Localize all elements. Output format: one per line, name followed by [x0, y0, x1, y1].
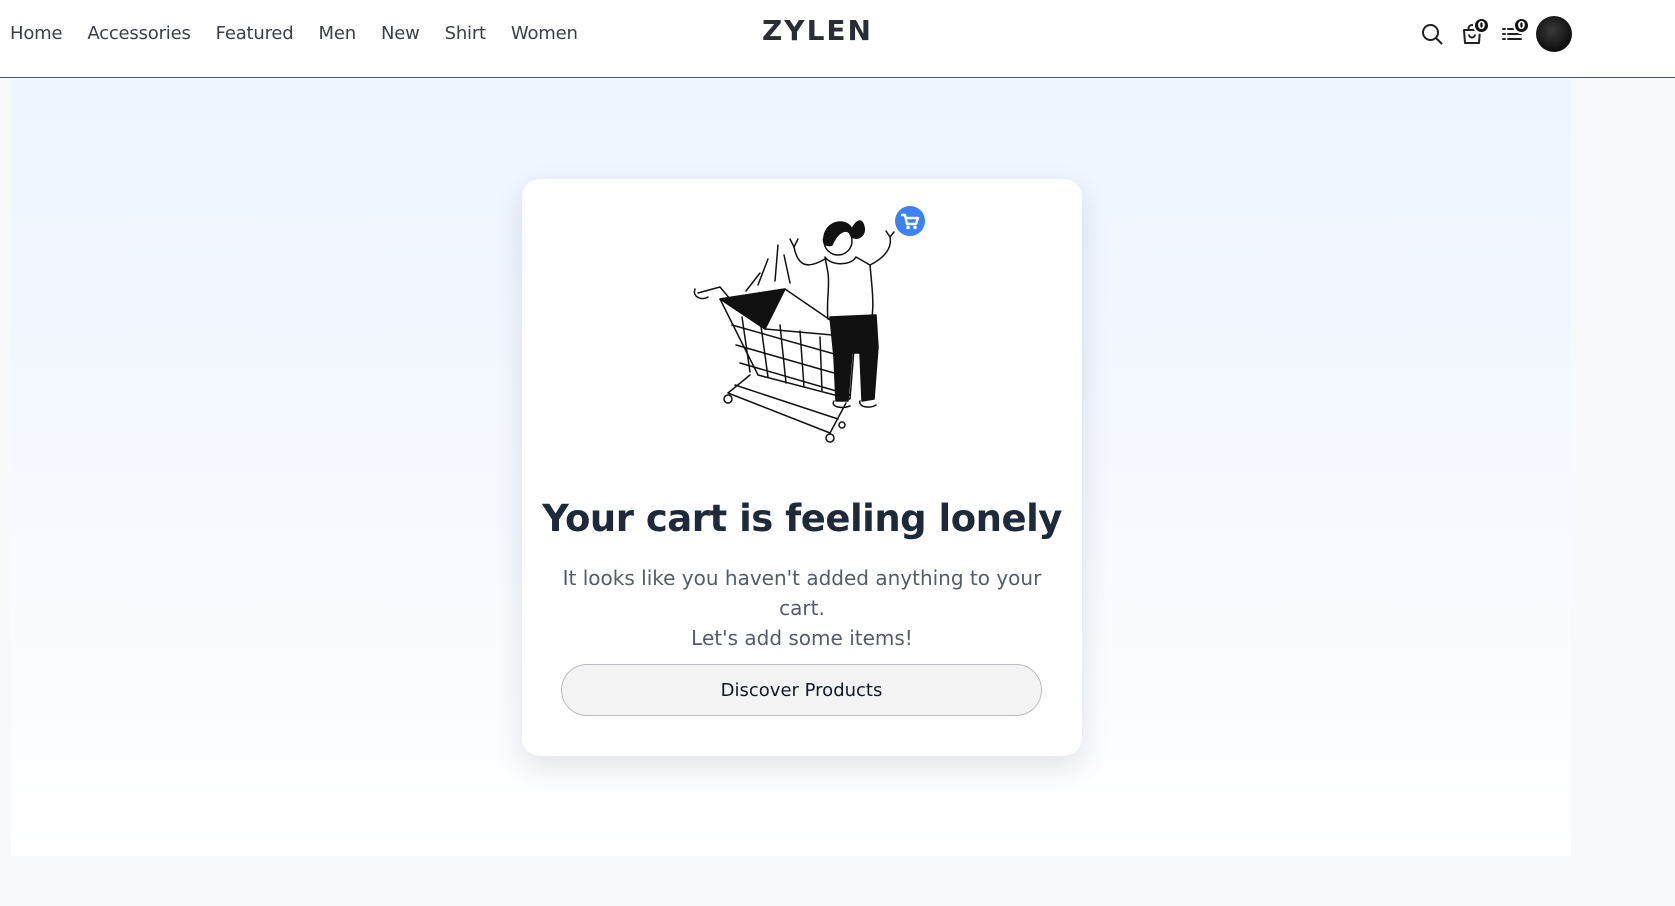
nav-item-shirt[interactable]: Shirt — [445, 23, 486, 44]
empty-cart-card: Your cart is feeling lonely It looks lik… — [522, 179, 1082, 756]
nav-item-new[interactable]: New — [381, 23, 420, 44]
empty-cart-title: Your cart is feeling lonely — [542, 497, 1062, 540]
nav-item-men[interactable]: Men — [319, 23, 357, 44]
empty-cart-message-line2: Let's add some items! — [691, 626, 913, 650]
main-nav: Home Accessories Featured Men New Shirt … — [10, 0, 578, 66]
nav-item-home[interactable]: Home — [10, 23, 63, 44]
nav-item-accessories[interactable]: Accessories — [87, 23, 190, 44]
avatar[interactable] — [1536, 16, 1572, 52]
header-actions: 0 0 — [1412, 14, 1572, 54]
cart-button[interactable]: 0 — [1452, 14, 1492, 54]
main-content: Your cart is feeling lonely It looks lik… — [11, 79, 1571, 856]
list-count-badge: 0 — [1513, 17, 1530, 34]
cart-count-badge: 0 — [1473, 17, 1490, 34]
brand-logo[interactable]: ZYLEN — [762, 14, 873, 47]
search-button[interactable] — [1412, 14, 1452, 54]
discover-products-button[interactable]: Discover Products — [561, 664, 1042, 716]
cart-badge-icon — [895, 206, 925, 236]
empty-cart-message: It looks like you haven't added anything… — [552, 563, 1052, 653]
list-button[interactable]: 0 — [1492, 14, 1532, 54]
empty-cart-illustration — [693, 220, 895, 443]
nav-item-featured[interactable]: Featured — [216, 23, 294, 44]
site-header: Home Accessories Featured Men New Shirt … — [0, 0, 1675, 78]
nav-item-women[interactable]: Women — [511, 23, 578, 44]
empty-cart-message-line1: It looks like you haven't added anything… — [562, 566, 1042, 620]
search-icon — [1422, 24, 1443, 45]
